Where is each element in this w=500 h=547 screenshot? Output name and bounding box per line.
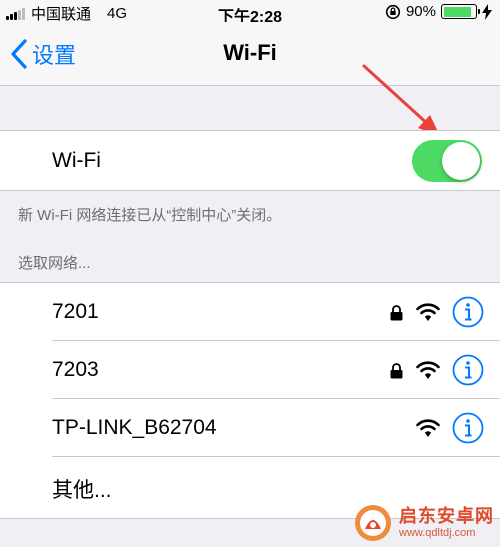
- network-row-7201[interactable]: 7201: [0, 283, 500, 341]
- other-network-label: 其他...: [52, 479, 112, 502]
- network-name: 7201: [52, 300, 99, 323]
- wifi-icon: [416, 303, 440, 321]
- network-name: TP-LINK_B62704: [52, 416, 217, 439]
- wifi-footer-note: 新 Wi-Fi 网络连接已从“控制中心”关闭。: [18, 207, 282, 224]
- watermark-text: 启东安卓网 www.qdltdj.com: [399, 506, 494, 539]
- lock-icon: [390, 305, 403, 321]
- info-icon[interactable]: [452, 296, 484, 328]
- wifi-toggle-label: Wi-Fi: [52, 149, 101, 172]
- watermark-url: www.qdltdj.com: [399, 526, 476, 539]
- network-name: 7203: [52, 358, 99, 381]
- watermark: 启东安卓网 www.qdltdj.com: [353, 503, 494, 543]
- charging-bolt-icon: [482, 3, 492, 20]
- watermark-title: 启东安卓网: [399, 506, 494, 527]
- lock-icon: [390, 363, 403, 379]
- battery-icon: [441, 4, 480, 19]
- toggle-knob: [442, 142, 480, 180]
- info-icon[interactable]: [452, 354, 484, 386]
- wifi-icon: [416, 361, 440, 379]
- wifi-toggle-cell: Wi-Fi: [0, 130, 500, 191]
- choose-network-header: 选取网络...: [18, 255, 91, 272]
- annotation-arrow-icon: [362, 64, 440, 136]
- network-row-tp-link[interactable]: TP-LINK_B62704: [0, 399, 500, 457]
- orientation-lock-icon: [385, 4, 401, 19]
- status-right: 90%: [385, 3, 492, 20]
- wifi-toggle-switch[interactable]: [412, 140, 482, 182]
- info-icon[interactable]: [452, 412, 484, 444]
- wifi-icon: [416, 419, 440, 437]
- status-bar: 中国联通 4G 下午2:28 90%: [0, 0, 500, 26]
- watermark-logo-icon: [355, 505, 391, 541]
- network-list: 7201 7203 TP-LINK_B62704 其他...: [0, 282, 500, 519]
- network-row-7203[interactable]: 7203: [0, 341, 500, 399]
- battery-percent: 90%: [405, 3, 436, 20]
- battery-fill: [443, 6, 472, 17]
